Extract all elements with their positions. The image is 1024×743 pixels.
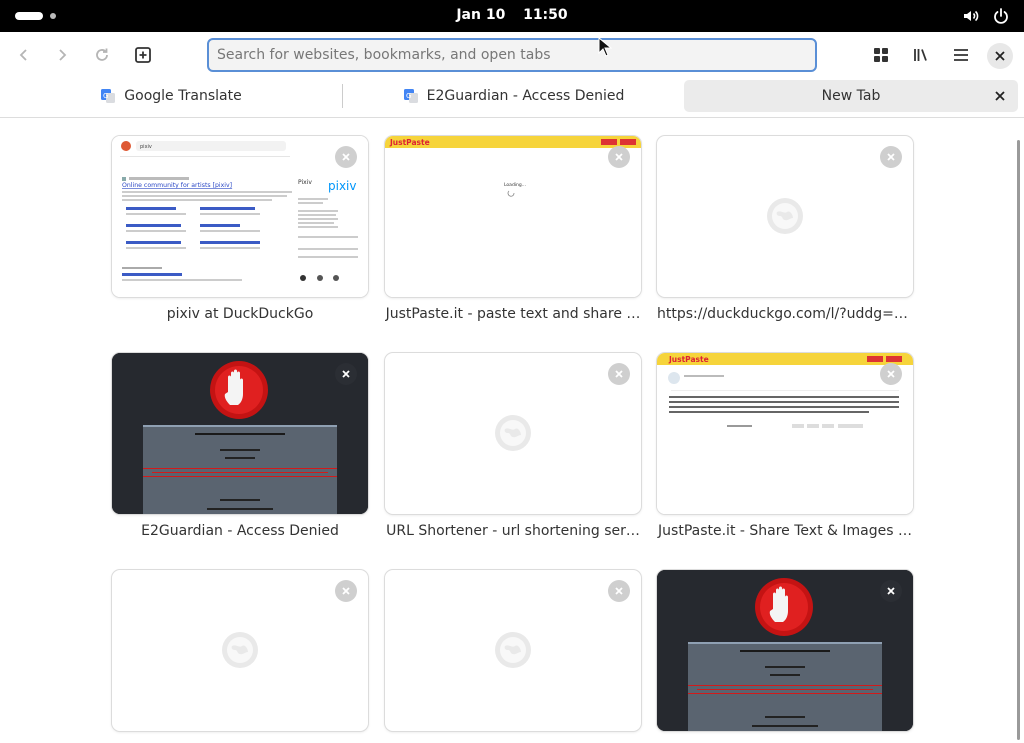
- browser-toolbar: [0, 32, 1024, 78]
- power-icon: [992, 7, 1010, 25]
- clock[interactable]: Jan 10 11:50: [0, 7, 1024, 23]
- system-status-area[interactable]: [962, 7, 1010, 25]
- reload-button[interactable]: [87, 40, 117, 70]
- close-icon: [342, 587, 350, 595]
- close-window-button[interactable]: [987, 43, 1013, 69]
- reload-icon: [96, 48, 108, 61]
- chevron-left-icon: [19, 49, 27, 61]
- main-menu-button[interactable]: [946, 40, 976, 70]
- tile-justpaste-paste[interactable]: JustPaste Loading...: [385, 136, 641, 297]
- tile-caption: JustPaste.it - Share Text & Images …: [658, 523, 912, 539]
- forward-button[interactable]: [47, 40, 77, 70]
- tile-thumbnail: [112, 353, 368, 514]
- close-icon: [887, 587, 895, 595]
- tile-e2guardian[interactable]: [112, 353, 368, 514]
- tile-thumbnail: [657, 570, 913, 731]
- back-button[interactable]: [9, 40, 39, 70]
- tile-caption: https://duckduckgo.com/l/?uddg=h…: [657, 306, 913, 322]
- tile-justpaste-share[interactable]: JustPaste: [657, 353, 913, 514]
- tile-e2guardian-2[interactable]: [657, 570, 913, 731]
- close-icon: [615, 370, 623, 378]
- hamburger-menu-icon: [954, 49, 968, 61]
- tab-new-tab[interactable]: New Tab: [684, 80, 1018, 112]
- ddg-query-text: pixiv: [140, 144, 152, 150]
- tile-remove-button[interactable]: [880, 363, 902, 385]
- chevron-right-icon: [59, 49, 67, 61]
- close-icon: [887, 370, 895, 378]
- close-icon: [342, 370, 350, 378]
- google-translate-icon: G: [101, 89, 116, 103]
- tile-remove-button[interactable]: [608, 580, 630, 602]
- tile-remove-button[interactable]: [880, 580, 902, 602]
- tab-bar: G Google Translate G E2Guardian - Access…: [0, 78, 1024, 118]
- globe-icon: [767, 198, 803, 234]
- tile-caption: E2Guardian - Access Denied: [141, 523, 339, 539]
- tab-e2guardian[interactable]: G E2Guardian - Access Denied: [343, 80, 684, 112]
- tile-caption: URL Shortener - url shortening ser…: [386, 523, 640, 539]
- tile-caption: JustPaste.it - paste text and share …: [385, 306, 641, 322]
- tab-label: E2Guardian - Access Denied: [426, 88, 625, 104]
- globe-icon: [495, 632, 531, 668]
- justpaste-logo: JustPaste: [389, 138, 430, 147]
- tile-remove-button[interactable]: [335, 580, 357, 602]
- mouse-cursor-icon: [598, 37, 612, 57]
- tile-thumbnail: JustPaste Loading...: [385, 136, 641, 297]
- tile-thumbnail: pixiv Online community for artists [pixi…: [112, 136, 368, 297]
- overview-button[interactable]: [866, 40, 896, 70]
- google-translate-icon: G: [403, 89, 418, 103]
- svg-text:G: G: [406, 92, 411, 100]
- search-input[interactable]: [209, 40, 815, 70]
- close-icon: [995, 51, 1005, 61]
- ddg-side-brand: pixiv: [328, 179, 357, 193]
- tile-url-shortener[interactable]: [385, 353, 641, 514]
- tile-remove-button[interactable]: [880, 146, 902, 168]
- close-icon: [615, 587, 623, 595]
- clock-time: 11:50: [523, 7, 568, 23]
- tile-remove-button[interactable]: [608, 146, 630, 168]
- tile-blank-2[interactable]: [385, 570, 641, 731]
- tab-label: Google Translate: [124, 88, 242, 104]
- new-tab-icon: [135, 47, 151, 63]
- tile-caption: pixiv at DuckDuckGo: [166, 306, 314, 322]
- library-icon: [914, 49, 927, 61]
- new-tab-button[interactable]: [128, 40, 158, 70]
- tile-remove-button[interactable]: [335, 363, 357, 385]
- svg-text:G: G: [103, 92, 108, 100]
- tab-label: New Tab: [821, 88, 881, 104]
- tab-google-translate[interactable]: G Google Translate: [0, 80, 342, 112]
- close-icon: [887, 153, 895, 161]
- loading-text: Loading...: [504, 182, 526, 188]
- ddg-side-title: Pixiv: [298, 179, 312, 186]
- volume-icon: [962, 7, 980, 25]
- tab-close-button[interactable]: [992, 88, 1008, 104]
- bookmarks-button[interactable]: [906, 40, 936, 70]
- tile-thumbnail: JustPaste: [657, 353, 913, 514]
- close-icon: [342, 153, 350, 161]
- justpaste-logo: JustPaste: [668, 355, 709, 364]
- close-icon: [615, 153, 623, 161]
- tile-duckduckgo-link[interactable]: [657, 136, 913, 297]
- clock-date: Jan 10: [456, 7, 506, 23]
- tile-remove-button[interactable]: [335, 146, 357, 168]
- tile-pixiv-duckduckgo[interactable]: pixiv Online community for artists [pixi…: [112, 136, 368, 297]
- ddg-result-title: Online community for artists [pixiv]: [122, 182, 232, 189]
- close-icon: [995, 91, 1005, 101]
- globe-icon: [222, 632, 258, 668]
- tile-remove-button[interactable]: [608, 363, 630, 385]
- address-bar[interactable]: [207, 38, 817, 72]
- grid-icon: [874, 48, 888, 62]
- tile-blank-1[interactable]: [112, 570, 368, 731]
- globe-icon: [495, 415, 531, 451]
- system-top-bar: Jan 10 11:50: [0, 0, 1024, 32]
- scrollbar[interactable]: [1017, 140, 1020, 740]
